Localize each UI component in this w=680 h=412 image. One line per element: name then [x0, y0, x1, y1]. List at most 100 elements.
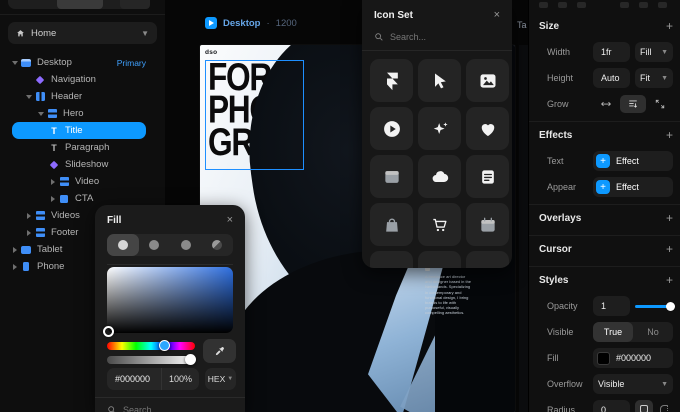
poster-body-text: A freelance art director and designer ba… [425, 274, 473, 316]
fill-type-radial-tab[interactable] [170, 234, 202, 256]
caret-icon[interactable] [24, 213, 34, 219]
visible-no-option[interactable]: No [633, 322, 673, 342]
text-effect-row: Text + Effect [539, 148, 673, 174]
hue-slider[interactable] [107, 342, 195, 350]
grow-horizontal-button[interactable] [593, 95, 618, 113]
add-overlay-button[interactable]: + [666, 211, 673, 225]
color-saturation-area[interactable] [107, 267, 233, 333]
icon-tile-heart[interactable] [466, 107, 509, 150]
radius-per-corner-button[interactable] [655, 400, 673, 412]
hue-knob[interactable] [159, 340, 170, 351]
add-style-button[interactable]: + [666, 273, 673, 287]
add-text-effect-button[interactable]: + Effect [593, 151, 673, 171]
caret-icon[interactable] [24, 230, 34, 236]
height-row: Height Auto Fit ▼ [539, 65, 673, 91]
fill-type-image-tab[interactable] [202, 234, 234, 256]
tablet-frame-partial-label[interactable]: Ta [517, 20, 527, 30]
icon-tile-partial[interactable] [418, 251, 461, 268]
radius-input[interactable]: 0 [593, 400, 630, 412]
tree-item-slideshow[interactable]: Slideshow [10, 156, 146, 173]
add-effect-button[interactable]: + [666, 128, 673, 142]
icon-tile-notes[interactable] [466, 155, 509, 198]
caret-icon[interactable] [10, 61, 20, 65]
caret-icon[interactable] [10, 264, 20, 270]
hex-input[interactable]: #000000 100% [107, 368, 199, 390]
add-size-button[interactable]: + [666, 19, 673, 33]
fill-search-input[interactable] [123, 405, 223, 412]
tree-item-hero[interactable]: Hero [10, 105, 146, 122]
page-selector[interactable]: Home ▼ [8, 22, 157, 44]
height-mode-select[interactable]: Fit ▼ [635, 68, 673, 88]
format-value: HEX [208, 374, 225, 384]
icon-tile-partial[interactable] [370, 251, 413, 268]
appear-effect-label: Appear [539, 182, 576, 192]
plus-icon: + [596, 180, 610, 194]
width-label: Width [539, 47, 570, 57]
tree-item-label: Header [51, 91, 82, 102]
add-cursor-button[interactable]: + [666, 242, 673, 256]
icon-tile-framer[interactable] [370, 59, 413, 102]
color-picker-knob[interactable] [103, 326, 114, 337]
fill-type-linear-tab[interactable] [139, 234, 171, 256]
visible-true-option[interactable]: True [593, 322, 633, 342]
opacity-input[interactable]: 1 [593, 296, 630, 316]
eyedropper-button[interactable] [203, 339, 236, 363]
tree-item-navigation[interactable]: Navigation [10, 71, 146, 88]
grow-expand-button[interactable] [648, 95, 673, 113]
caret-icon[interactable] [24, 95, 34, 99]
icon-tile-image[interactable] [466, 59, 509, 102]
chevron-down-icon: ▼ [661, 75, 668, 82]
fill-type-solid-tab[interactable] [107, 234, 139, 256]
icon-tile-calendar[interactable] [466, 203, 509, 246]
caret-icon[interactable] [36, 112, 46, 116]
icon-tile-shopping-bag[interactable] [370, 203, 413, 246]
linear-fill-icon [149, 240, 159, 250]
icon-tile-cursor[interactable] [418, 59, 461, 102]
tree-item-desktop[interactable]: Desktop Primary [10, 54, 146, 71]
grow-stack-button[interactable] [620, 95, 645, 113]
fill-color-control[interactable]: #000000 [593, 348, 673, 368]
opacity-slider[interactable] [635, 296, 673, 316]
close-icon[interactable]: × [494, 9, 500, 21]
icon-tile-cloud[interactable] [418, 155, 461, 198]
width-mode-select[interactable]: Fill ▼ [635, 42, 673, 62]
tree-item-header[interactable]: Header [10, 88, 146, 105]
color-format-select[interactable]: HEX ▼ [205, 368, 236, 390]
alpha-knob[interactable] [185, 354, 196, 365]
caret-icon[interactable] [48, 196, 58, 202]
color-swatch[interactable] [597, 352, 610, 365]
radius-label: Radius [539, 405, 575, 412]
tree-item-paragraph[interactable]: T Paragraph [10, 139, 146, 156]
tree-item-label: Hero [63, 108, 84, 119]
alpha-value[interactable]: 100% [161, 368, 199, 390]
overflow-select[interactable]: Visible ▼ [593, 374, 673, 394]
frame-name[interactable]: Desktop [223, 18, 260, 29]
width-input[interactable]: 1fr [593, 42, 630, 62]
chevron-down-icon: ▼ [661, 381, 668, 388]
icon-tile-browser[interactable] [370, 155, 413, 198]
icon-tile-partial[interactable] [466, 251, 509, 268]
tree-item-video[interactable]: Video [10, 173, 146, 190]
icon-tile-sparkles[interactable] [418, 107, 461, 150]
icon-search-input[interactable] [390, 32, 490, 42]
close-icon[interactable]: × [227, 214, 233, 226]
play-icon[interactable] [205, 17, 217, 29]
fill-search-row[interactable] [95, 397, 245, 412]
alpha-slider[interactable] [107, 356, 195, 364]
icon-tile-shopping-cart[interactable] [418, 203, 461, 246]
height-input[interactable]: Auto [593, 68, 630, 88]
cursor-icon [430, 71, 450, 91]
add-appear-effect-button[interactable]: + Effect [593, 177, 673, 197]
slider-knob[interactable] [666, 302, 675, 311]
cursor-section: Cursor + [529, 235, 680, 266]
fill-type-tabs [107, 234, 233, 256]
selection-box[interactable] [205, 60, 304, 170]
radius-uniform-button[interactable] [635, 400, 653, 412]
tree-item-title-selected[interactable]: T Title [12, 122, 146, 139]
caret-icon[interactable] [10, 247, 20, 253]
icon-search-row[interactable] [362, 25, 512, 51]
hex-value[interactable]: #000000 [107, 374, 150, 384]
frame-breadcrumb[interactable]: Desktop · 1200 [205, 17, 297, 29]
caret-icon[interactable] [48, 179, 58, 185]
icon-tile-play[interactable] [370, 107, 413, 150]
